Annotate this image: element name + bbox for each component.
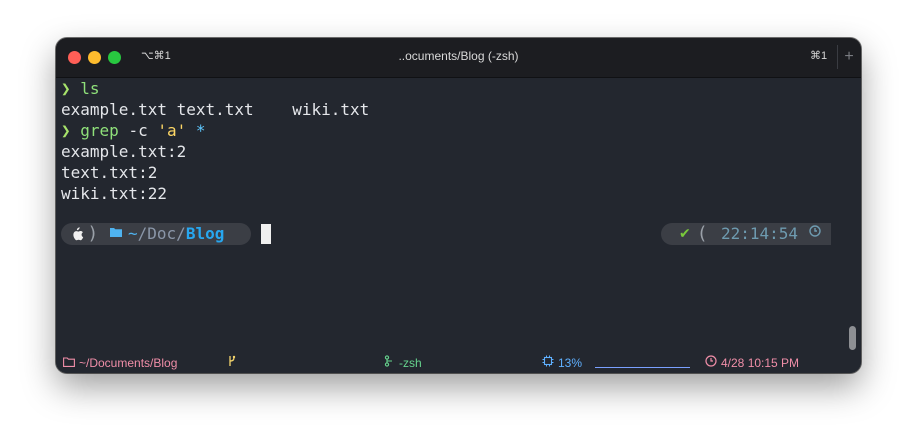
status-path-label: ~/Documents/Blog: [79, 356, 178, 370]
command-name: grep: [80, 121, 119, 140]
window-title: ..ocuments/Blog (-zsh): [398, 49, 519, 63]
path-middle: /Doc/: [137, 224, 186, 243]
prompt-left-segment: ) ~/Doc/Blog: [61, 223, 251, 245]
command-flag: -c: [128, 121, 148, 140]
status-cpu[interactable]: 13%: [542, 353, 582, 373]
apple-icon: [70, 226, 86, 242]
git-branch-icon: [228, 353, 236, 373]
path-home: ~: [128, 224, 138, 243]
status-cpu-label: 13%: [558, 356, 583, 370]
status-job[interactable]: -zsh: [384, 353, 422, 373]
new-tab-button[interactable]: +: [837, 45, 860, 69]
path-current-dir: Blog: [185, 224, 225, 243]
prompt-arrow: ❯: [61, 79, 71, 98]
prompt-path: ~/Doc/Blog: [128, 223, 224, 245]
output-line: example.txt:2: [61, 142, 187, 161]
check-icon: ✔: [679, 226, 691, 242]
clock-icon: [705, 353, 717, 373]
cpu-icon: [542, 353, 554, 373]
status-bar: ~/Documents/Blog -zsh 13% 4/28 10:15 PM: [56, 353, 861, 373]
output-line: example.txt text.txt wiki.txt: [61, 100, 370, 119]
command-line: ❯ grep -c 'a' *: [61, 120, 851, 141]
shell-prompt: ) ~/Doc/Blog ✔ ( 22:14:54: [61, 223, 851, 245]
output-line: text.txt:2: [61, 163, 158, 182]
command-string: 'a': [157, 121, 187, 140]
status-datetime[interactable]: 4/28 10:15 PM: [705, 353, 799, 373]
status-path[interactable]: ~/Documents/Blog: [63, 353, 177, 373]
status-datetime-label: 4/28 10:15 PM: [721, 356, 800, 370]
folder-icon: [110, 226, 122, 242]
prompt-time: 22:14:54: [721, 224, 799, 243]
text-cursor: [261, 224, 271, 244]
terminal-output[interactable]: ❯ ls example.txt text.txt wiki.txt ❯ gre…: [61, 78, 851, 204]
tab-shortcut-right: ⌘1: [810, 50, 828, 62]
command-name: ls: [80, 79, 100, 98]
segment-separator: (: [699, 223, 707, 244]
title-bar: ⌥⌘1 ..ocuments/Blog (-zsh) ⌘1 +: [56, 38, 861, 78]
segment-separator: ): [89, 223, 97, 244]
clock-icon: [809, 223, 821, 245]
prompt-arrow: ❯: [61, 121, 71, 140]
process-icon: [384, 353, 395, 373]
output-line: wiki.txt:22: [61, 184, 167, 203]
folder-icon: [63, 353, 75, 373]
terminal-window: ⌥⌘1 ..ocuments/Blog (-zsh) ⌘1 + ❯ ls exa…: [56, 38, 861, 373]
command-line: ❯ ls: [61, 78, 851, 99]
status-job-label: -zsh: [399, 356, 422, 370]
scrollbar-thumb[interactable]: [849, 326, 856, 350]
prompt-right-segment: ✔ ( 22:14:54: [661, 223, 831, 245]
command-glob: *: [195, 121, 206, 140]
cpu-usage-graph: [595, 365, 690, 368]
